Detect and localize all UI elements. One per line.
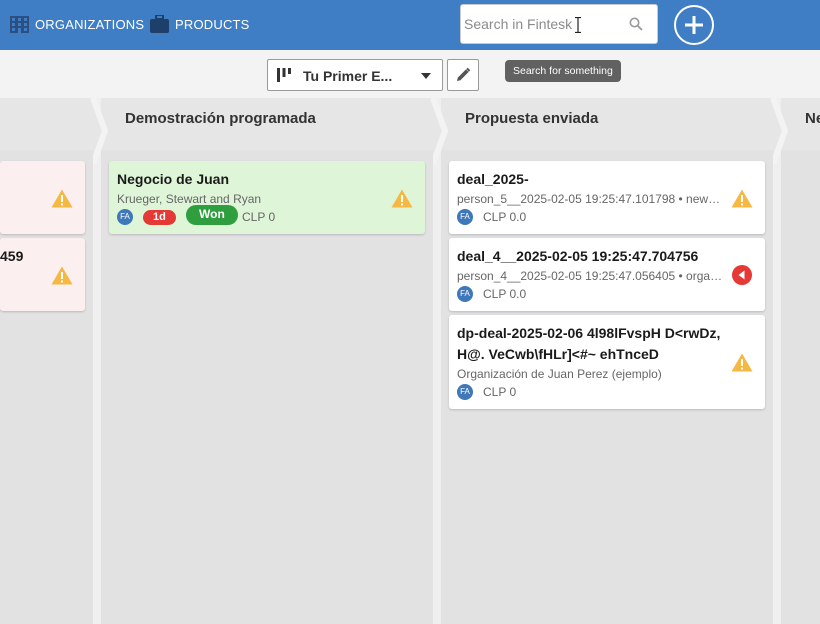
warning-icon [731, 353, 753, 372]
deal-amount: CLP 0 [242, 210, 276, 224]
search-tooltip: Search for something [505, 60, 621, 82]
deal-contact: person_4__2025-02-05 19:25:47.056405 • o… [457, 269, 723, 283]
deal-title-line-2: H@. VeCwb\fHLr]<#~ ehTnceD [457, 346, 659, 362]
deal-card[interactable]: 459 [0, 238, 85, 311]
avatar: FA [457, 286, 473, 302]
deal-card[interactable]: deal_4__2025-02-05 19:25:47.704756 perso… [449, 238, 765, 311]
warning-icon [51, 189, 73, 208]
deal-card[interactable] [0, 161, 85, 234]
briefcase-icon [150, 15, 169, 33]
avatar: FA [117, 209, 133, 225]
deal-title: deal_4__2025-02-05 19:25:47.704756 [457, 248, 699, 264]
avatar: FA [457, 209, 473, 225]
column-title: Propuesta enviada [465, 110, 599, 127]
pipeline-label: Tu Primer E... [303, 68, 393, 84]
days-badge: 1d [143, 210, 176, 225]
pipeline-selector[interactable]: Tu Primer E... [267, 59, 443, 91]
nav-organizations[interactable]: ORGANIZATIONS [10, 14, 144, 34]
column-body [781, 150, 820, 624]
kanban-icon [277, 68, 291, 82]
top-navbar: ORGANIZATIONS PRODUCTS [0, 0, 820, 50]
deal-title: deal_2025- [457, 171, 529, 187]
warning-icon [51, 266, 73, 285]
nav-organizations-label: ORGANIZATIONS [35, 16, 145, 32]
nav-products-label: PRODUCTS [175, 16, 250, 32]
avatar: FA [457, 384, 473, 400]
deal-amount: CLP 0 [483, 385, 517, 399]
search-box [460, 4, 658, 44]
nav-products[interactable]: PRODUCTS [150, 14, 250, 34]
board-toolbar: Tu Primer E... Search for something [0, 50, 820, 98]
pencil-icon [457, 67, 471, 81]
deal-amount: CLP 0.0 [483, 210, 527, 224]
add-button[interactable] [674, 5, 714, 45]
warning-icon [731, 189, 753, 208]
column-title: Demostración programada [125, 110, 316, 127]
deal-title: 459 [0, 248, 24, 264]
deal-title: Negocio de Juan [117, 171, 230, 187]
warning-icon [391, 189, 413, 208]
deal-contact: person_5__2025-02-05 19:25:47.101798 • n… [457, 192, 721, 206]
edit-pipeline-button[interactable] [447, 59, 479, 91]
column-title: Ne [805, 110, 820, 127]
chevron-down-icon [421, 73, 431, 79]
search-input[interactable] [462, 6, 624, 42]
status-badge: Won [186, 205, 238, 225]
text-cursor-icon [575, 17, 581, 33]
deal-card[interactable]: Negocio de Juan Krueger, Stewart and Rya… [109, 161, 425, 234]
search-icon[interactable] [629, 17, 643, 31]
deal-organization: Organización de Juan Perez (ejemplo) [457, 367, 662, 381]
deal-organization: Krueger, Stewart and Ryan [117, 192, 262, 206]
building-icon [10, 16, 29, 33]
deal-card[interactable]: dp-deal-2025-02-06 4l98lFvspH D<rwDz, H@… [449, 315, 765, 409]
deal-card[interactable]: deal_2025- person_5__2025-02-05 19:25:47… [449, 161, 765, 234]
plus-circle-icon [685, 16, 703, 34]
overdue-icon [732, 265, 752, 285]
deal-amount: CLP 0.0 [483, 287, 527, 301]
deal-title-line-1: dp-deal-2025-02-06 4l98lFvspH D<rwDz, [457, 325, 721, 341]
